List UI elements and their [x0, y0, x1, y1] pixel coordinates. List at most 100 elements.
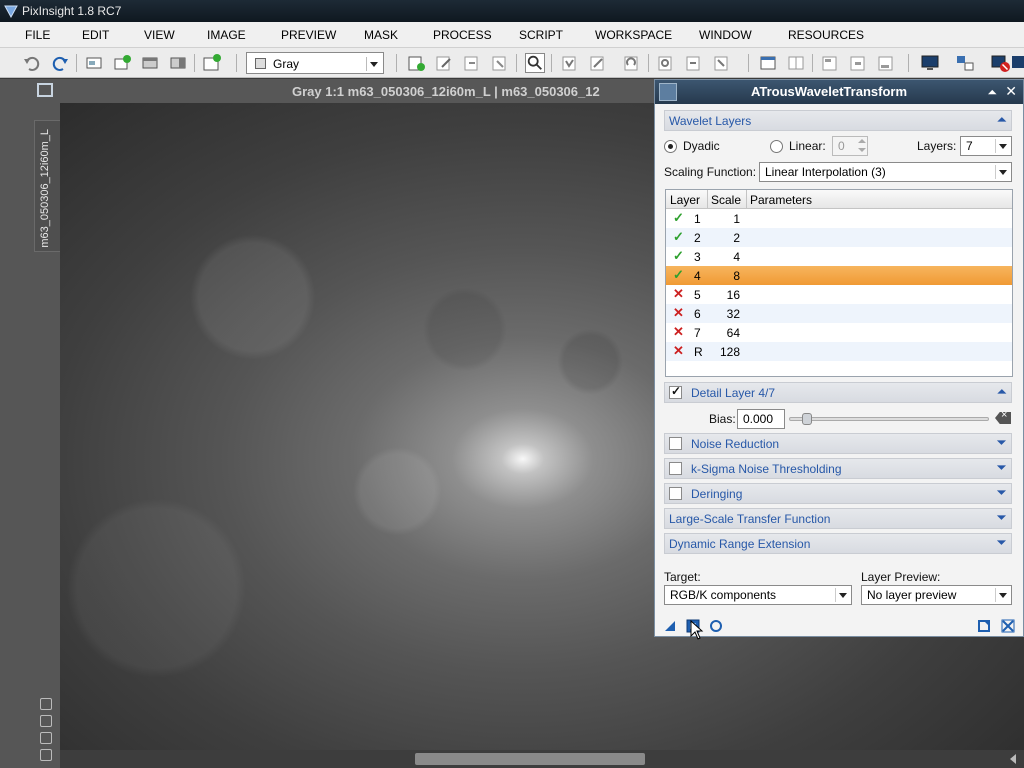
- table-row[interactable]: ✕ 7 64: [666, 323, 1012, 342]
- image-window-icon[interactable]: [140, 53, 160, 73]
- col-layer[interactable]: Layer: [670, 193, 700, 207]
- close-icon[interactable]: ✕: [1005, 83, 1017, 100]
- table-row[interactable]: ✓ 1 1: [666, 209, 1012, 228]
- wavelet-layers-section-header[interactable]: Wavelet Layers ⏶: [664, 110, 1012, 131]
- mask-edit-icon[interactable]: [588, 53, 608, 73]
- menu-edit[interactable]: EDIT: [82, 28, 109, 42]
- disabled-x-icon[interactable]: ✕: [673, 343, 684, 359]
- arrange-icons-icon[interactable]: [955, 53, 975, 73]
- monitor-icon[interactable]: [920, 53, 940, 73]
- fit-view-icon[interactable]: [40, 715, 52, 727]
- mask-invert-icon[interactable]: [622, 53, 642, 73]
- detail-layer-section-header[interactable]: Detail Layer 4/7 ⏶: [664, 382, 1012, 403]
- col-scale[interactable]: Scale: [711, 193, 741, 207]
- linear-spinner-icon[interactable]: [856, 137, 868, 155]
- menu-resources[interactable]: RESOURCES: [788, 28, 864, 42]
- new-preview-icon[interactable]: [406, 53, 426, 73]
- redo-icon[interactable]: [50, 53, 70, 73]
- scaling-function-select[interactable]: Linear Interpolation (3): [759, 162, 1012, 182]
- zoom-in-icon[interactable]: [40, 698, 52, 710]
- deringing-checkbox[interactable]: [669, 487, 682, 500]
- apply-global-icon[interactable]: [709, 619, 723, 633]
- collapse-icon[interactable]: ⏶: [997, 114, 1006, 127]
- large-scale-section-header[interactable]: Large-Scale Transfer Function ⏷: [664, 508, 1012, 529]
- disabled-x-icon[interactable]: ✕: [673, 286, 684, 302]
- script-stop-icon[interactable]: [712, 53, 732, 73]
- detail-layer-checkbox[interactable]: [669, 384, 682, 399]
- script-edit-icon[interactable]: [684, 53, 704, 73]
- add-preview-icon[interactable]: [462, 53, 482, 73]
- scroll-left-icon[interactable]: [1010, 754, 1016, 764]
- shade-icon[interactable]: ⏶: [987, 85, 997, 100]
- workspace-tile-icon[interactable]: [786, 53, 806, 73]
- zoom-tool-icon[interactable]: [525, 53, 545, 73]
- reset-icon[interactable]: [1001, 619, 1015, 633]
- new-image-icon[interactable]: [84, 53, 104, 73]
- layers-table[interactable]: Layer Scale Parameters ✓ 1 1 ✓ 2 2 ✓ 3 4…: [665, 189, 1013, 377]
- table-row[interactable]: ✓ 2 2: [666, 228, 1012, 247]
- linear-radio[interactable]: [770, 140, 783, 153]
- expand-icon[interactable]: ⏷: [997, 487, 1006, 500]
- expand-icon[interactable]: ⏷: [997, 437, 1006, 450]
- scrollbar-thumb[interactable]: [415, 753, 645, 765]
- enabled-check-icon[interactable]: ✓: [673, 267, 684, 283]
- table-row[interactable]: ✕ 6 32: [666, 304, 1012, 323]
- color-mode-select[interactable]: Gray: [246, 52, 384, 74]
- clear-bias-icon[interactable]: [995, 412, 1011, 424]
- duplicate-image-icon[interactable]: [112, 53, 132, 73]
- edit-preview-icon[interactable]: [434, 53, 454, 73]
- delete-preview-icon[interactable]: [490, 53, 510, 73]
- browse-docs-icon[interactable]: [977, 619, 991, 633]
- menu-view[interactable]: VIEW: [144, 28, 175, 42]
- table-row[interactable]: ✓ 3 4: [666, 247, 1012, 266]
- menu-workspace[interactable]: WORKSPACE: [595, 28, 672, 42]
- menu-image[interactable]: IMAGE: [207, 28, 246, 42]
- stf-icon[interactable]: [820, 53, 840, 73]
- bias-field[interactable]: 0.000: [737, 409, 785, 429]
- disabled-x-icon[interactable]: ✕: [673, 305, 684, 321]
- col-parameters[interactable]: Parameters: [750, 193, 812, 207]
- menu-window[interactable]: WINDOW: [699, 28, 752, 42]
- stf-reset-icon[interactable]: [876, 53, 896, 73]
- expand-icon[interactable]: ⏷: [997, 512, 1006, 525]
- noise-reduction-checkbox[interactable]: [669, 437, 682, 450]
- stf-auto-icon[interactable]: [848, 53, 868, 73]
- layer-preview-select[interactable]: No layer preview: [861, 585, 1012, 605]
- bias-slider-handle[interactable]: [802, 413, 812, 425]
- table-row[interactable]: ✕ R 128: [666, 342, 1012, 361]
- image-window-2-icon[interactable]: [168, 53, 188, 73]
- new-window-icon[interactable]: [202, 53, 222, 73]
- disabled-x-icon[interactable]: ✕: [673, 324, 684, 340]
- expand-icon[interactable]: ⏷: [997, 462, 1006, 475]
- enabled-check-icon[interactable]: ✓: [673, 210, 684, 226]
- noise-reduction-section-header[interactable]: Noise Reduction ⏷: [664, 433, 1012, 454]
- close-all-icon[interactable]: [990, 53, 1010, 73]
- layers-select[interactable]: 7: [960, 136, 1012, 156]
- ksigma-section-header[interactable]: k-Sigma Noise Thresholding ⏷: [664, 458, 1012, 479]
- deringing-section-header[interactable]: Deringing ⏷: [664, 483, 1012, 504]
- table-row[interactable]: ✕ 5 16: [666, 285, 1012, 304]
- script-run-icon[interactable]: [656, 53, 676, 73]
- toolbar-more-icon[interactable]: [1012, 53, 1024, 73]
- workspace-grid-icon[interactable]: [758, 53, 778, 73]
- restore-view-icon[interactable]: [40, 732, 52, 744]
- collapse-icon[interactable]: ⏶: [997, 386, 1006, 399]
- dynamic-range-section-header[interactable]: Dynamic Range Extension ⏷: [664, 533, 1012, 554]
- enabled-check-icon[interactable]: ✓: [673, 229, 684, 245]
- new-instance-icon[interactable]: [663, 619, 677, 633]
- bias-slider[interactable]: [789, 413, 989, 425]
- table-row-selected[interactable]: ✓ 4 8: [666, 266, 1012, 285]
- undo-icon[interactable]: [22, 53, 42, 73]
- dyadic-radio[interactable]: [664, 140, 677, 153]
- image-vertical-tab[interactable]: m63_050306_12i60m_L: [34, 120, 60, 252]
- mask-load-icon[interactable]: [560, 53, 580, 73]
- target-select[interactable]: RGB/K components: [664, 585, 852, 605]
- menu-mask[interactable]: MASK: [364, 28, 398, 42]
- menu-file[interactable]: FILE: [25, 28, 50, 42]
- center-view-icon[interactable]: [40, 749, 52, 761]
- expand-icon[interactable]: ⏷: [997, 537, 1006, 550]
- ksigma-checkbox[interactable]: [669, 462, 682, 475]
- image-icon[interactable]: [37, 83, 53, 97]
- menu-script[interactable]: SCRIPT: [519, 28, 563, 42]
- enabled-check-icon[interactable]: ✓: [673, 248, 684, 264]
